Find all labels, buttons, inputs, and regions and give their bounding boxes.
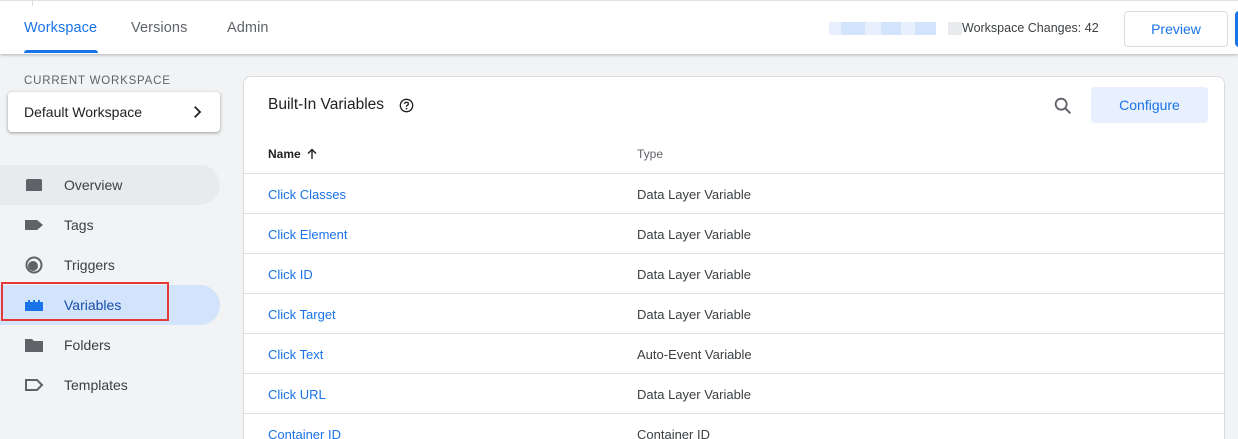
variable-name-link[interactable]: Click Classes [268, 187, 346, 202]
active-tab-indicator [24, 50, 98, 53]
variable-type: Data Layer Variable [637, 267, 751, 282]
sidebar-item-tags[interactable]: Tags [0, 205, 220, 245]
tab-versions[interactable]: Versions [131, 20, 187, 36]
top-bar: Workspace Versions Admin Workspace Chang… [0, 0, 1238, 54]
template-icon [25, 379, 44, 391]
variables-icon [25, 300, 43, 311]
sidebar-item-label: Triggers [64, 257, 115, 273]
tab-workspace[interactable]: Workspace [24, 20, 97, 36]
variable-name-link[interactable]: Click ID [268, 267, 313, 282]
tag-icon [25, 220, 43, 230]
column-header-type[interactable]: Type [637, 147, 663, 161]
variable-name-link[interactable]: Click Target [268, 307, 336, 322]
card-title: Built-In Variables [268, 96, 385, 113]
sidebar-item-label: Overview [64, 177, 123, 193]
workspace-selector[interactable]: Default Workspace [8, 92, 220, 132]
variable-type: Auto-Event Variable [637, 347, 752, 362]
chevron-right-icon [194, 106, 202, 118]
variable-type: Data Layer Variable [637, 187, 751, 202]
table-row: Click Text Auto-Event Variable [244, 333, 1224, 373]
variable-name-link[interactable]: Click URL [268, 387, 326, 402]
variable-type: Container ID [637, 427, 710, 439]
variable-name-link[interactable]: Click Element [268, 227, 347, 242]
table-row: Click Target Data Layer Variable [244, 293, 1224, 333]
table-row: Click Classes Data Layer Variable [244, 173, 1224, 213]
preview-button[interactable]: Preview [1124, 11, 1228, 47]
workspace-changes-count: Workspace Changes: 42 [962, 21, 1099, 35]
workspace-name: Default Workspace [24, 104, 143, 120]
search-icon[interactable] [1052, 95, 1074, 117]
variable-name-link[interactable]: Click Text [268, 347, 323, 362]
sidebar-item-triggers[interactable]: Triggers [0, 245, 220, 285]
column-header-label: Name [268, 147, 301, 161]
column-header-name[interactable]: Name [268, 147, 318, 161]
sidebar-item-overview[interactable]: Overview [0, 165, 220, 205]
configure-button[interactable]: Configure [1091, 87, 1208, 123]
sidebar-item-label: Templates [64, 377, 128, 393]
variable-type: Data Layer Variable [637, 307, 751, 322]
sidebar-item-folders[interactable]: Folders [0, 325, 220, 365]
redacted-workspace-name [829, 22, 936, 35]
sort-arrow-up-icon [307, 148, 317, 159]
folder-icon [25, 339, 43, 352]
sidebar-item-variables[interactable]: Variables [0, 285, 220, 325]
table-row: Click ID Data Layer Variable [244, 253, 1224, 293]
help-icon[interactable] [399, 98, 414, 113]
overview-icon [26, 179, 42, 191]
sidebar-item-label: Tags [64, 217, 94, 233]
table-row: Click URL Data Layer Variable [244, 373, 1224, 413]
tab-admin[interactable]: Admin [227, 20, 269, 36]
variable-type: Data Layer Variable [637, 387, 751, 402]
built-in-variables-card: Built-In Variables Configure Name Type C… [243, 76, 1225, 439]
table-row: Container ID Container ID [244, 413, 1224, 439]
sidebar-item-templates[interactable]: Templates [0, 365, 220, 405]
redacted-overlay [948, 22, 962, 35]
sidebar-item-label: Variables [64, 297, 122, 313]
current-workspace-label: CURRENT WORKSPACE [24, 75, 171, 87]
table-row: Click Element Data Layer Variable [244, 213, 1224, 253]
variable-type: Data Layer Variable [637, 227, 751, 242]
variable-name-link[interactable]: Container ID [268, 427, 341, 439]
trigger-icon [25, 256, 43, 274]
top-line [0, 0, 1238, 6]
sidebar-item-label: Folders [64, 337, 111, 353]
